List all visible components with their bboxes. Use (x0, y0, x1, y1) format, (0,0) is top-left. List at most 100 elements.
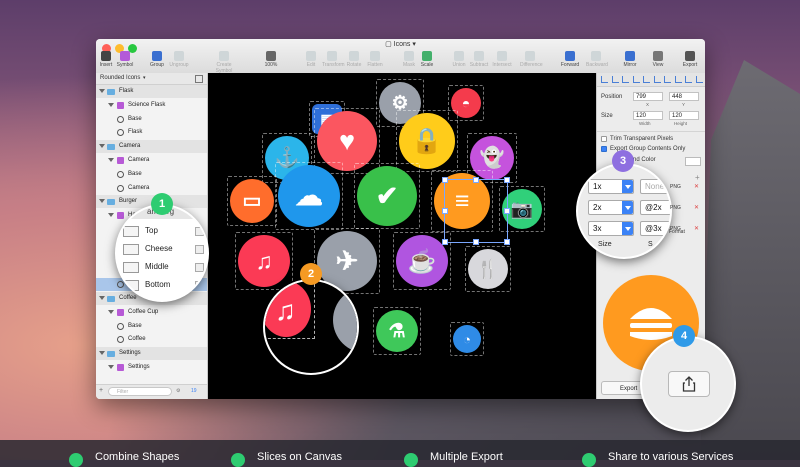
align-icon[interactable] (685, 76, 692, 83)
remove-export-icon[interactable]: ✕ (694, 225, 699, 232)
align-icon[interactable] (643, 76, 650, 83)
checkmark-icon[interactable]: ✔ (354, 163, 420, 229)
align-icon[interactable] (601, 76, 608, 83)
layer-row[interactable]: Flask (96, 126, 207, 139)
share-button[interactable] (668, 371, 710, 397)
export-format-select[interactable]: PNG (670, 205, 681, 211)
export-group-checkbox[interactable] (601, 146, 607, 152)
trim-checkbox[interactable] (601, 136, 607, 142)
align-icon[interactable] (632, 76, 640, 83)
canvas[interactable]: ▦⚙◓⚓♥🔒👻▭☁✔≡📷♫✈☕🍴⚗◔ (208, 73, 596, 399)
toolbar-create-symbol-button[interactable]: Create Symbol (214, 51, 234, 74)
align-icon[interactable] (622, 76, 629, 83)
toolbar-edit-button[interactable]: Edit (301, 51, 321, 68)
toolbar-subtract-button[interactable]: Subtract (469, 51, 489, 68)
music-note-icon[interactable]: ♫ (235, 232, 293, 290)
toolbar-transform-button[interactable]: Transform (322, 51, 345, 68)
toolbar-group-button[interactable]: Group (147, 51, 167, 68)
disclosure-triangle-icon[interactable] (99, 351, 105, 356)
export-suffix-field[interactable]: @3x (640, 221, 670, 236)
layer-lock-icon[interactable] (195, 227, 204, 236)
height-field[interactable]: 120 (669, 111, 699, 120)
x-field[interactable]: 799 (633, 92, 663, 101)
disclosure-triangle-icon[interactable] (108, 213, 114, 218)
y-field[interactable]: 448 (669, 92, 699, 101)
width-field[interactable]: 120 (633, 111, 663, 120)
toolbar-rotate-button[interactable]: Rotate (344, 51, 364, 68)
resize-handle[interactable] (504, 177, 510, 183)
remove-export-icon[interactable]: ✕ (694, 183, 699, 190)
layer-row[interactable]: Settings (96, 347, 207, 361)
sidebar-toggle-icon[interactable] (195, 75, 203, 83)
resize-handle[interactable] (504, 239, 510, 245)
disclosure-triangle-icon[interactable] (108, 365, 114, 369)
align-icon[interactable] (653, 76, 661, 83)
disclosure-triangle-icon[interactable] (108, 158, 114, 162)
disclosure-triangle-icon[interactable] (99, 144, 105, 149)
resize-handle[interactable] (442, 208, 448, 214)
toolbar-intersect-button[interactable]: Intersect (492, 51, 512, 68)
align-icon[interactable] (611, 76, 619, 83)
lens-layer-row[interactable]: Cheese (123, 244, 204, 255)
toolbar-symbol-button[interactable]: Symbol (115, 51, 135, 68)
export-scale-select[interactable]: 1x (588, 179, 634, 194)
battery-icon[interactable]: ▭ (227, 176, 277, 226)
page-selector[interactable]: Rounded Icons ▾ (96, 73, 207, 85)
export-format-select[interactable]: PNG (670, 184, 681, 190)
disclosure-triangle-icon[interactable] (108, 309, 114, 314)
fork-knife-icon[interactable]: 🍴 (465, 246, 511, 292)
export-scale-select[interactable]: 3x (588, 221, 634, 236)
disclosure-triangle-icon[interactable] (99, 296, 105, 300)
lens-layer-row[interactable]: Middle (123, 262, 204, 273)
filter-input[interactable]: Filter (108, 387, 172, 396)
export-format-select[interactable]: PNG (670, 226, 681, 232)
align-icon[interactable] (664, 76, 671, 83)
cloud-icon[interactable]: ☁ (275, 162, 343, 230)
toolbar-mask-button[interactable]: Mask (399, 51, 419, 68)
toolbar-view-button[interactable]: View (648, 51, 668, 68)
layer-lock-icon[interactable] (195, 281, 204, 290)
filter-options-icon[interactable]: ⚙ (176, 388, 180, 394)
layer-row[interactable]: Science Flask (96, 99, 207, 112)
layer-row[interactable]: Camera (96, 182, 207, 195)
layer-lock-icon[interactable] (195, 245, 204, 254)
export-suffix-field[interactable]: None (640, 179, 670, 194)
toolbar-export-button[interactable]: Export (680, 51, 700, 68)
lens-layer-row[interactable]: Top (123, 226, 204, 237)
layer-row[interactable]: Coffee (96, 333, 207, 346)
layer-row[interactable]: Settings (96, 361, 207, 374)
layer-row[interactable]: Base (96, 113, 207, 126)
export-suffix-field[interactable]: @2x (640, 200, 670, 215)
resize-handle[interactable] (473, 177, 479, 183)
toolbar-ungroup-button[interactable]: Ungroup (169, 51, 189, 68)
toolbar-mirror-button[interactable]: Mirror (620, 51, 640, 68)
align-icon[interactable] (674, 76, 682, 83)
resize-handle[interactable] (442, 239, 448, 245)
layer-row[interactable]: Camera (96, 140, 207, 154)
coffee-cup-icon[interactable]: ☕ (393, 232, 451, 290)
resize-handle[interactable] (442, 177, 448, 183)
layer-lock-icon[interactable] (195, 263, 204, 272)
flask-icon[interactable]: ⚗ (373, 307, 421, 355)
export-scale-select[interactable]: 2x (588, 200, 634, 215)
toolbar-flatten-button[interactable]: Flatten (365, 51, 385, 68)
toolbar-insert-button[interactable]: Insert (96, 51, 116, 68)
toolbar-scale-button[interactable]: Scale (417, 51, 437, 68)
add-export-icon[interactable]: + (695, 173, 700, 182)
layer-row[interactable]: Flask (96, 85, 207, 98)
toolbar-difference-button[interactable]: Difference (520, 51, 543, 68)
resize-handle[interactable] (504, 208, 510, 214)
disclosure-triangle-icon[interactable] (99, 199, 105, 204)
plus-icon[interactable]: + (99, 387, 103, 394)
disclosure-triangle-icon[interactable] (99, 89, 105, 93)
pie-chart-icon[interactable]: ◔ (450, 322, 484, 356)
selection-box[interactable] (442, 177, 510, 245)
toolbar-forward-button[interactable]: Forward (560, 51, 580, 68)
resize-handle[interactable] (473, 239, 479, 245)
layer-row[interactable]: Camera (96, 154, 207, 167)
layer-row[interactable]: Base (96, 320, 207, 333)
toolbar-backward-button[interactable]: Backward (586, 51, 608, 68)
lens-layer-row[interactable]: Bottom (123, 280, 204, 291)
remove-export-icon[interactable]: ✕ (694, 204, 699, 211)
disclosure-triangle-icon[interactable] (108, 102, 114, 107)
